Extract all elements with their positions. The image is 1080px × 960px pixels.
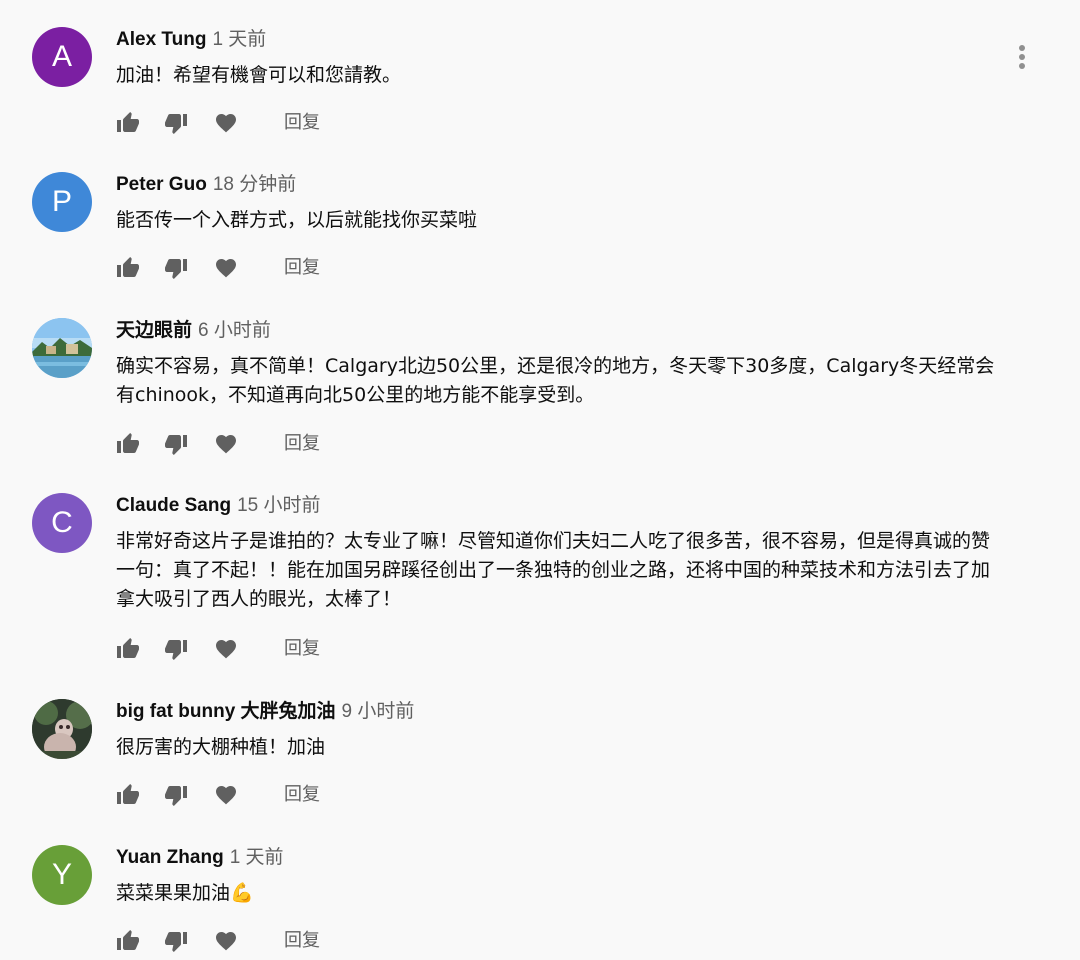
author-name[interactable]: Alex Tung [116, 29, 206, 50]
comment-text: 菜菜果果加油💪 [116, 882, 254, 904]
author-name[interactable]: Claude Sang [116, 495, 231, 516]
comment-header: Claude Sang 15 小时前 [116, 493, 321, 519]
avatar-letter: C [51, 506, 73, 539]
thumbs-up-icon[interactable] [116, 783, 140, 807]
comment-header: Peter Guo 18 分钟前 [116, 172, 296, 198]
avatar-letter: Y [51, 858, 72, 891]
reply-button[interactable]: 回复 [284, 111, 320, 135]
thumbs-up-icon[interactable] [116, 256, 140, 280]
avatar-landscape-image [32, 318, 92, 378]
avatar[interactable] [32, 699, 92, 759]
reply-button[interactable]: 回复 [284, 783, 320, 807]
comment-time[interactable]: 18 分钟前 [213, 174, 296, 195]
thumbs-down-icon[interactable] [164, 637, 188, 661]
reply-button[interactable]: 回复 [284, 929, 320, 953]
thumbs-down-icon[interactable] [164, 783, 188, 807]
avatar[interactable]: A [32, 27, 92, 87]
thumbs-up-icon[interactable] [116, 929, 140, 953]
reply-button[interactable]: 回复 [284, 256, 320, 280]
thumbs-down-icon[interactable] [164, 432, 188, 456]
author-name[interactable]: 天边眼前 [116, 320, 192, 341]
thumbs-up-icon[interactable] [116, 432, 140, 456]
comment-time[interactable]: 15 小时前 [237, 495, 320, 516]
comment-time[interactable]: 1 天前 [230, 847, 284, 868]
thumbs-down-icon[interactable] [164, 929, 188, 953]
heart-icon[interactable] [214, 256, 238, 280]
heart-icon[interactable] [214, 111, 238, 135]
heart-icon[interactable] [214, 432, 238, 456]
heart-icon[interactable] [214, 637, 238, 661]
comment-text: 能否传一个入群方式，以后就能找你买菜啦 [116, 209, 478, 231]
comment-text: 确实不容易，真不简单！Calgary北边50公里，还是很冷的地方，冬天零下30多… [116, 355, 995, 406]
comment-text: 加油！希望有機會可以和您請教。 [116, 64, 402, 86]
comment-text: 非常好奇这片子是谁拍的？太专业了嘛！尽管知道你们夫妇二人吃了很多苦，很不容易，但… [116, 530, 991, 610]
avatar[interactable]: Y [32, 845, 92, 905]
comment-text: 很厉害的大棚种植！加油 [116, 736, 326, 758]
comment-header: Alex Tung 1 天前 [116, 27, 266, 53]
heart-icon[interactable] [214, 783, 238, 807]
author-name[interactable]: Yuan Zhang [116, 847, 224, 868]
avatar[interactable]: P [32, 172, 92, 232]
comment-time[interactable]: 6 小时前 [198, 320, 271, 341]
avatar-photo-image [32, 699, 92, 759]
avatar[interactable]: C [32, 493, 92, 553]
avatar-letter: A [51, 40, 72, 73]
thumbs-up-icon[interactable] [116, 637, 140, 661]
avatar-letter: P [51, 185, 72, 218]
thumbs-down-icon[interactable] [164, 256, 188, 280]
comment-header: big fat bunny 大胖兔加油 9 小时前 [116, 699, 414, 725]
comment-header: Yuan Zhang 1 天前 [116, 845, 284, 871]
comment-time[interactable]: 1 天前 [212, 29, 266, 50]
more-options-icon[interactable] [1010, 43, 1034, 73]
author-name[interactable]: Peter Guo [116, 174, 207, 195]
reply-button[interactable]: 回复 [284, 637, 320, 661]
heart-icon[interactable] [214, 929, 238, 953]
thumbs-down-icon[interactable] [164, 111, 188, 135]
comment-time[interactable]: 9 小时前 [342, 701, 415, 722]
thumbs-up-icon[interactable] [116, 111, 140, 135]
reply-button[interactable]: 回复 [284, 432, 320, 456]
author-name[interactable]: big fat bunny 大胖兔加油 [116, 701, 336, 722]
comment-header: 天边眼前 6 小时前 [116, 318, 271, 344]
avatar[interactable] [32, 318, 92, 378]
